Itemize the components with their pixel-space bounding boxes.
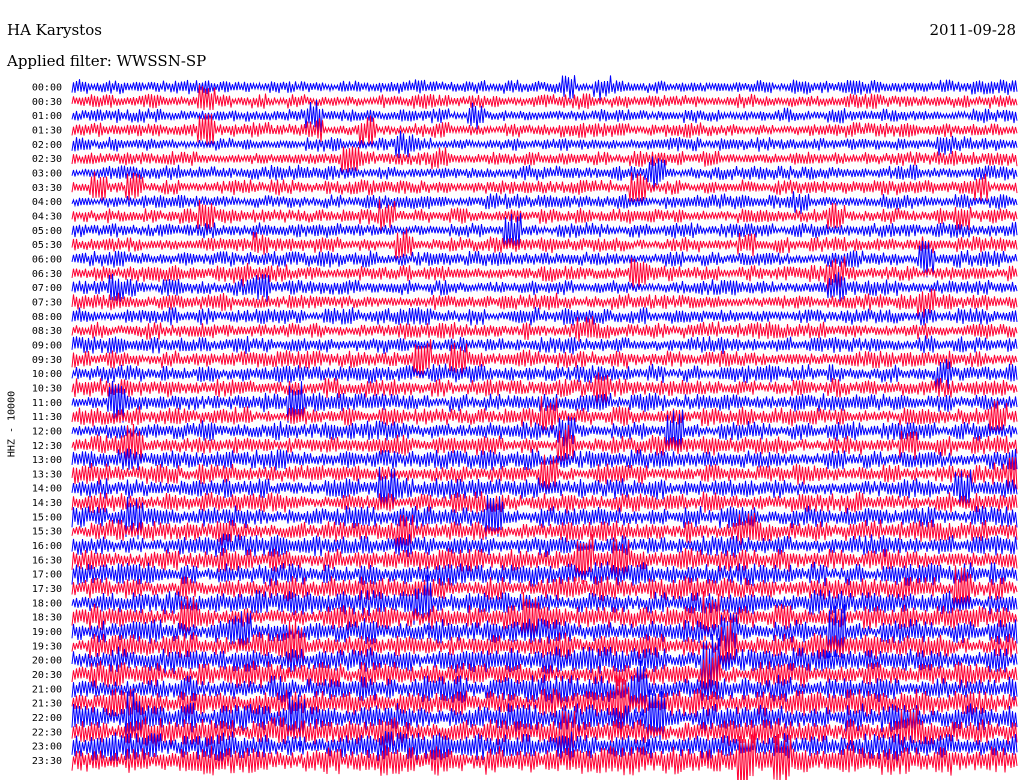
row-label: 18:00 xyxy=(32,598,62,609)
row-label: 19:30 xyxy=(32,641,62,652)
row-label: 13:00 xyxy=(32,455,62,466)
row-label: 09:30 xyxy=(32,355,62,366)
row-label: 01:30 xyxy=(32,125,62,136)
row-label: 10:30 xyxy=(32,383,62,394)
row-label: 07:30 xyxy=(32,297,62,308)
trace-row xyxy=(71,335,1018,355)
row-label: 09:00 xyxy=(32,340,62,351)
row-label: 16:00 xyxy=(32,541,62,552)
helicorder-chart: 00:00 00:30 01:00 01:30 02:00 02:30 03:00 03:30… xyxy=(32,75,1018,780)
row-label: 21:00 xyxy=(32,684,62,695)
row-label: 17:30 xyxy=(32,584,62,595)
row-label: 20:00 xyxy=(32,656,62,667)
row-label: 00:00 xyxy=(32,83,62,94)
row-label: 11:00 xyxy=(32,398,62,409)
row-label: 08:30 xyxy=(32,326,62,337)
row-label: 22:00 xyxy=(32,713,62,724)
row-label: 14:00 xyxy=(32,484,62,495)
row-label: 16:30 xyxy=(32,555,62,566)
row-label: 23:30 xyxy=(32,756,62,767)
row-label: 17:00 xyxy=(32,570,62,581)
row-label: 15:30 xyxy=(32,527,62,538)
row-label: 01:00 xyxy=(32,111,62,122)
row-label: 06:30 xyxy=(32,269,62,280)
row-label: 20:30 xyxy=(32,670,62,681)
row-label-group: 00:00 00:30 01:00 01:30 02:00 02:30 03:00 03:30… xyxy=(32,83,62,768)
row-label: 11:30 xyxy=(32,412,62,423)
row-label: 03:00 xyxy=(32,168,62,179)
row-label: 18:30 xyxy=(32,613,62,624)
row-label: 05:00 xyxy=(32,226,62,237)
row-label: 05:30 xyxy=(32,240,62,251)
row-label: 15:00 xyxy=(32,512,62,523)
row-label: 13:30 xyxy=(32,469,62,480)
row-label: 21:30 xyxy=(32,699,62,710)
trace-group xyxy=(71,75,1018,780)
row-label: 04:30 xyxy=(32,211,62,222)
row-label: 07:00 xyxy=(32,283,62,294)
row-label: 00:30 xyxy=(32,97,62,108)
row-label: 10:00 xyxy=(32,369,62,380)
row-label: 08:00 xyxy=(32,312,62,323)
row-label: 22:30 xyxy=(32,727,62,738)
row-label: 02:00 xyxy=(32,140,62,151)
row-label: 04:00 xyxy=(32,197,62,208)
row-label: 19:00 xyxy=(32,627,62,638)
row-label: 02:30 xyxy=(32,154,62,165)
row-label: 03:30 xyxy=(32,183,62,194)
row-label: 12:30 xyxy=(32,441,62,452)
row-label: 06:00 xyxy=(32,254,62,265)
trace-row xyxy=(71,306,1018,326)
row-label: 12:00 xyxy=(32,426,62,437)
row-label: 14:30 xyxy=(32,498,62,509)
row-label: 23:00 xyxy=(32,742,62,753)
